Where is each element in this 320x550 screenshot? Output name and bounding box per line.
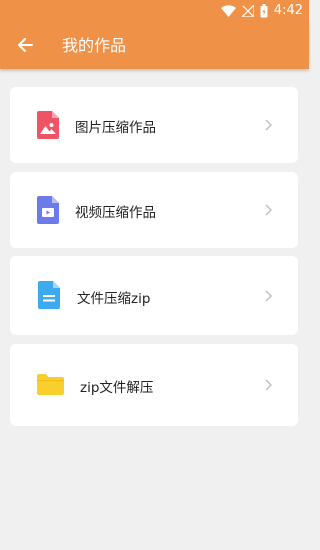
list-item-zip-extract[interactable]: zip文件解压 xyxy=(10,344,298,426)
document-file-icon xyxy=(38,281,60,309)
battery-icon xyxy=(260,4,268,18)
app-bar: 我的作品 xyxy=(0,22,309,69)
list-item-label: zip文件解压 xyxy=(80,380,154,396)
back-button[interactable] xyxy=(8,28,42,62)
video-file-icon xyxy=(37,196,59,224)
wifi-icon xyxy=(220,5,236,17)
arrow-left-icon xyxy=(18,38,33,52)
folder-icon xyxy=(37,374,64,395)
list-item-file-compression-zip[interactable]: 文件压缩zip xyxy=(10,256,298,335)
list-item-label: 图片压缩作品 xyxy=(75,120,156,136)
list-item-image-compression[interactable]: 图片压缩作品 xyxy=(10,87,298,163)
clock: 4:42 xyxy=(273,3,303,18)
chevron-right-icon xyxy=(265,290,272,302)
status-bar: 4:42 xyxy=(0,0,309,22)
chevron-right-icon xyxy=(265,119,272,131)
list-item-label: 文件压缩zip xyxy=(77,291,151,307)
page-title: 我的作品 xyxy=(62,36,127,55)
chevron-right-icon xyxy=(265,379,272,391)
status-icons: 4:42 xyxy=(220,2,303,20)
image-file-icon xyxy=(37,111,59,139)
list-item-label: 视频压缩作品 xyxy=(75,205,156,221)
signal-icon xyxy=(241,5,254,17)
list-item-video-compression[interactable]: 视频压缩作品 xyxy=(10,172,298,248)
chevron-right-icon xyxy=(265,204,272,216)
